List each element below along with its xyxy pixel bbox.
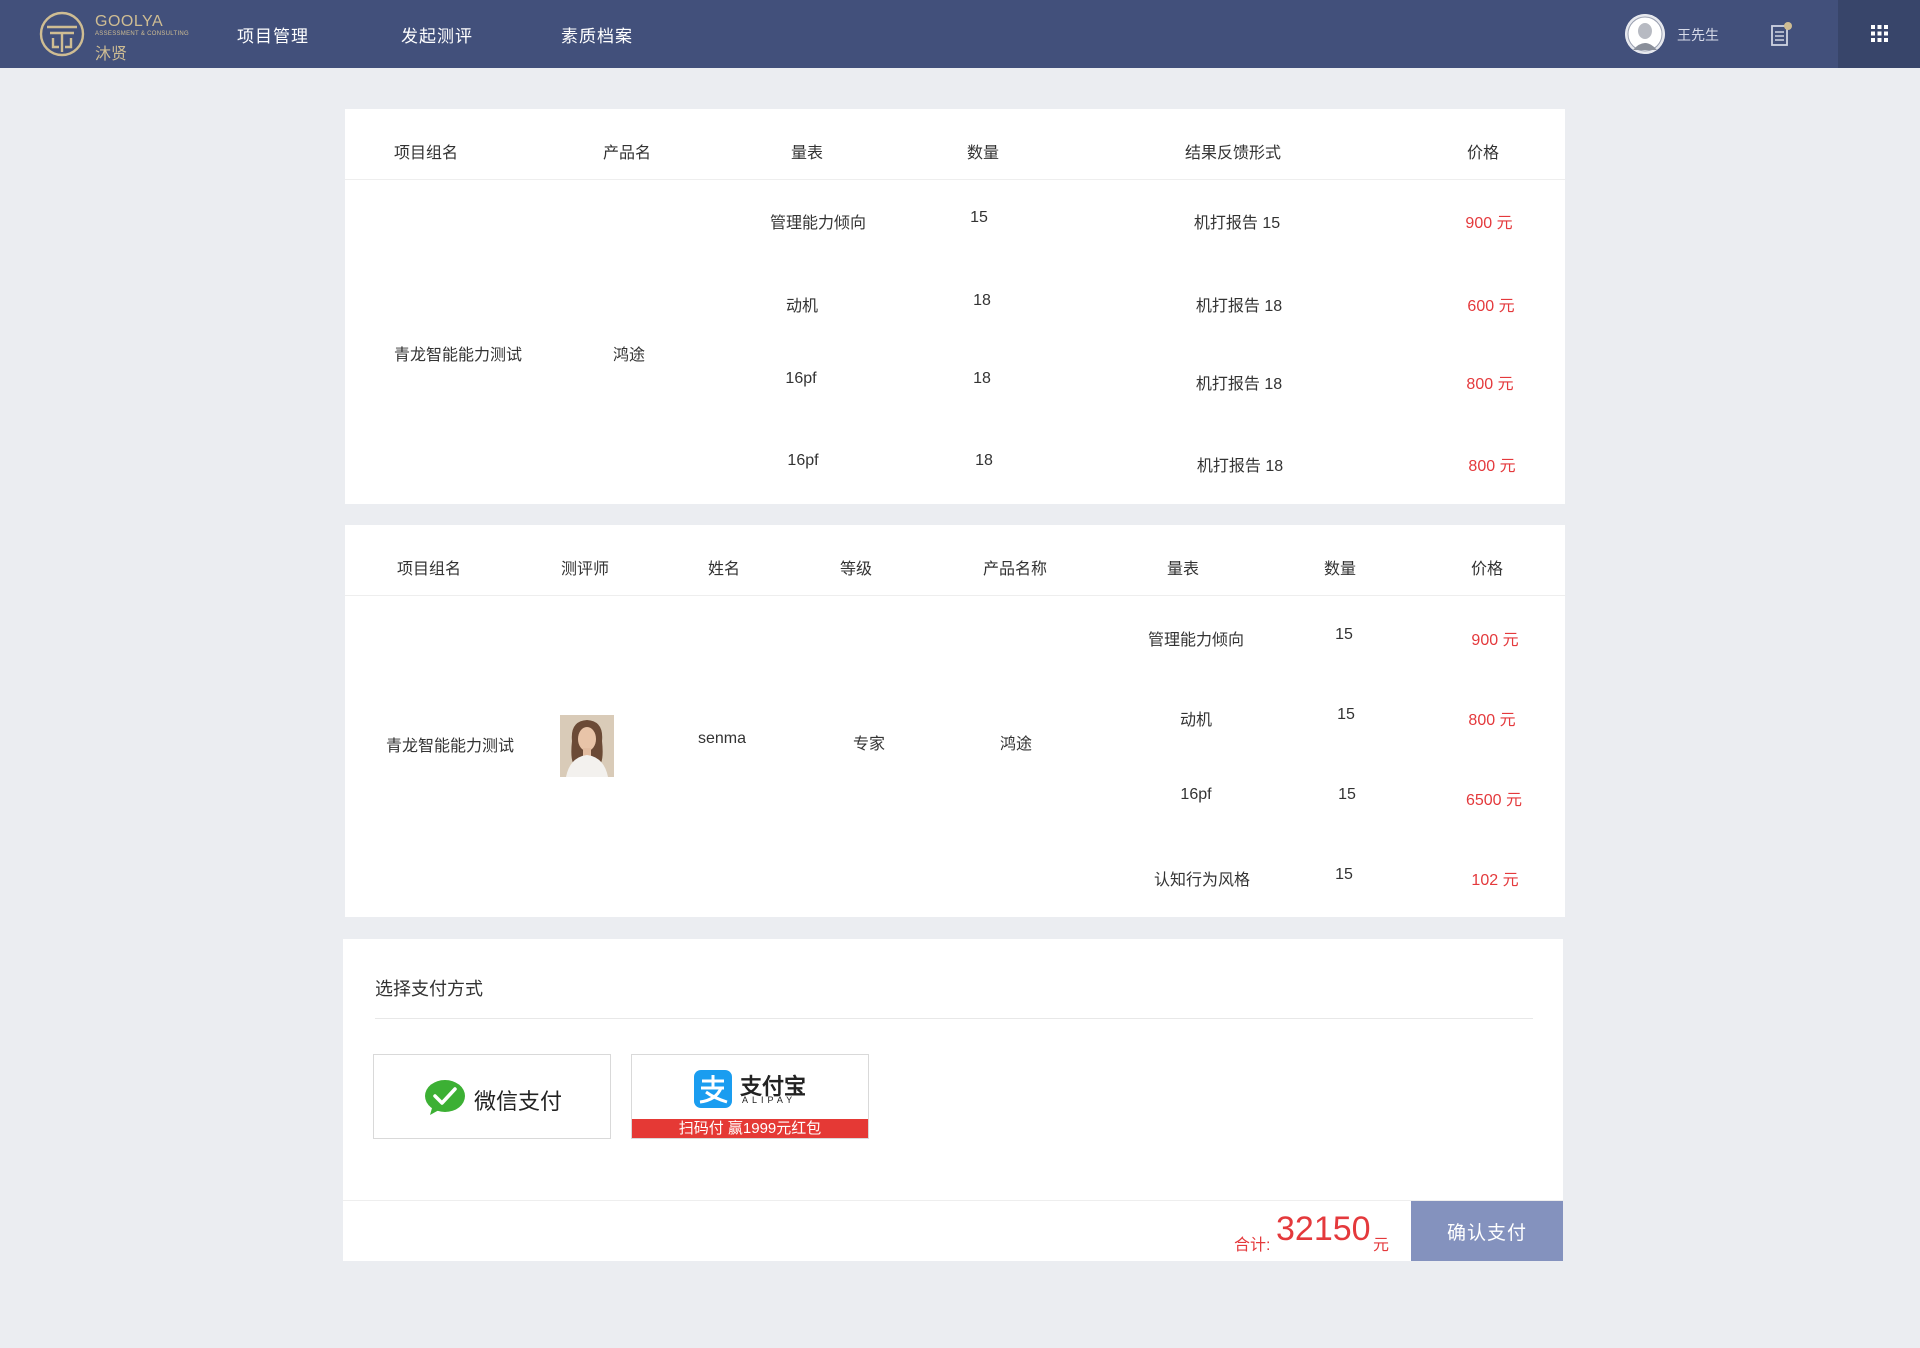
col-header-assessor: 测评师 xyxy=(560,561,610,578)
table-cell-feedback: 机打报告 18 xyxy=(1195,376,1283,393)
col-header-product-name: 产品名称 xyxy=(982,561,1048,578)
assessor-name-cell: senma xyxy=(697,730,747,747)
table-cell-scale: 动机 xyxy=(785,298,819,315)
col-header-quantity: 数量 xyxy=(1323,561,1357,578)
col-header-scale: 量表 xyxy=(1166,561,1200,578)
table-cell-feedback: 机打报告 18 xyxy=(1196,458,1284,475)
logo-text-cn: 沐贤 xyxy=(95,46,128,63)
col-header-quantity: 数量 xyxy=(966,145,1000,162)
col-header-price: 价格 xyxy=(1470,561,1504,578)
alipay-icon xyxy=(694,1070,732,1108)
table-cell-price: 800 元 xyxy=(1468,712,1516,729)
level-cell: 专家 xyxy=(852,736,886,753)
col-header-group: 项目组名 xyxy=(396,561,462,578)
total-label: 合计: xyxy=(1234,1237,1271,1254)
total-unit: 元 xyxy=(1373,1237,1390,1254)
nav-start-assessment[interactable]: 发起测评 xyxy=(401,22,473,47)
table-cell-price: 800 元 xyxy=(1466,376,1514,393)
header-divider xyxy=(345,179,1565,180)
table-cell-scale: 管理能力倾向 xyxy=(769,215,867,232)
table-cell-scale: 管理能力倾向 xyxy=(1147,632,1245,649)
assessor-photo xyxy=(560,715,614,777)
col-header-level: 等级 xyxy=(839,561,873,578)
table-cell-scale: 16pf xyxy=(787,452,819,469)
table-cell-price: 600 元 xyxy=(1467,298,1515,315)
table-cell-price: 900 元 xyxy=(1471,632,1519,649)
table-cell-price: 102 元 xyxy=(1471,872,1519,889)
logo-mark-icon xyxy=(39,11,85,57)
table-cell-scale: 16pf xyxy=(1180,786,1212,803)
logo-text-en: GOOLYA xyxy=(95,13,164,30)
table-cell-scale: 动机 xyxy=(1179,712,1213,729)
wechat-pay-label: 微信支付 xyxy=(474,1089,563,1114)
product-order-table: 项目组名 产品名 量表 数量 结果反馈形式 价格 青龙智能能力测试 鸿途 管理能… xyxy=(345,109,1565,504)
payment-divider xyxy=(375,1018,1533,1019)
app-menu-button[interactable] xyxy=(1838,0,1920,68)
user-avatar[interactable] xyxy=(1625,14,1665,54)
confirm-payment-button[interactable]: 确认支付 xyxy=(1411,1201,1563,1261)
wechat-pay-option[interactable]: 微信支付 xyxy=(373,1054,611,1139)
alipay-promo-banner: 扫码付 赢1999元红包 xyxy=(632,1119,868,1138)
goolya-logo[interactable]: GOOLYA ASSESSMENT & CONSULTING 沐贤 xyxy=(38,10,198,63)
col-header-scale: 量表 xyxy=(790,145,824,162)
user-avatar-image xyxy=(1625,14,1665,54)
grid-menu-icon xyxy=(1871,25,1888,42)
table-cell-qty: 18 xyxy=(973,370,991,387)
table-cell-qty: 15 xyxy=(970,209,988,226)
table-cell-qty: 15 xyxy=(1335,866,1353,883)
nav-project-management[interactable]: 项目管理 xyxy=(237,22,309,47)
product-name-cell: 鸿途 xyxy=(612,347,646,364)
username[interactable]: 王先生 xyxy=(1677,25,1719,45)
table-cell-feedback: 机打报告 15 xyxy=(1193,215,1281,232)
col-header-name: 姓名 xyxy=(707,561,741,578)
table-cell-scale: 16pf xyxy=(785,370,817,387)
product-name-cell: 鸿途 xyxy=(999,736,1033,753)
wechat-icon xyxy=(425,1080,465,1115)
table-cell-price: 900 元 xyxy=(1465,215,1513,232)
payment-panel: 选择支付方式 微信支付 支付宝 ALIPAY 扫码付 赢1999元红包 合计: … xyxy=(343,939,1563,1261)
table-cell-qty: 15 xyxy=(1335,626,1353,643)
table-cell-price: 800 元 xyxy=(1468,458,1516,475)
table-cell-qty: 18 xyxy=(975,452,993,469)
header-divider xyxy=(345,595,1565,596)
logo-subtitle: ASSESSMENT & CONSULTING xyxy=(95,31,190,37)
group-name-cell: 青龙智能能力测试 xyxy=(386,738,515,755)
table-cell-price: 6500 元 xyxy=(1465,792,1523,809)
notification-doc-icon[interactable] xyxy=(1771,22,1793,48)
table-cell-scale: 认知行为风格 xyxy=(1153,872,1251,889)
col-header-price: 价格 xyxy=(1466,145,1500,162)
group-name-cell: 青龙智能能力测试 xyxy=(394,347,523,364)
assessor-order-table: 项目组名 测评师 姓名 等级 产品名称 量表 数量 价格 青龙智能能力测试 se… xyxy=(345,525,1565,917)
table-cell-qty: 15 xyxy=(1337,706,1355,723)
alipay-option[interactable]: 支付宝 ALIPAY 扫码付 赢1999元红包 xyxy=(631,1054,869,1139)
payment-title: 选择支付方式 xyxy=(375,979,483,999)
top-nav-bar: GOOLYA ASSESSMENT & CONSULTING 沐贤 项目管理 发… xyxy=(0,0,1920,68)
footer-divider xyxy=(343,1200,1563,1201)
alipay-sublabel: ALIPAY xyxy=(742,1095,797,1105)
total-amount: 32150 xyxy=(1276,1210,1371,1248)
col-header-group: 项目组名 xyxy=(393,145,459,162)
col-header-feedback: 结果反馈形式 xyxy=(1184,145,1282,162)
table-cell-qty: 18 xyxy=(973,292,991,309)
table-cell-feedback: 机打报告 18 xyxy=(1195,298,1283,315)
col-header-product: 产品名 xyxy=(602,145,652,162)
nav-quality-archive[interactable]: 素质档案 xyxy=(561,22,633,47)
table-cell-qty: 15 xyxy=(1338,786,1356,803)
